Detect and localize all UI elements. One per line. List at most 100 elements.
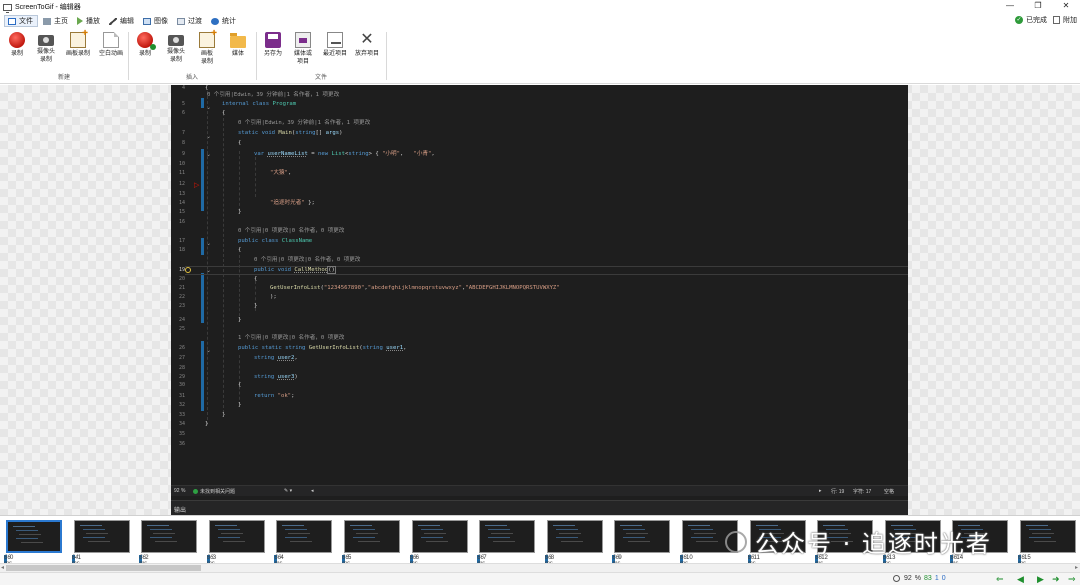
frame-delay[interactable]: 66 ms bbox=[680, 555, 688, 563]
save-icon bbox=[265, 32, 281, 48]
frame-delay[interactable]: 66 ms bbox=[4, 555, 12, 563]
line-indicator[interactable]: 行: 19 bbox=[831, 488, 844, 495]
insert-webcam-button[interactable]: 摄像头 录制 bbox=[162, 32, 190, 64]
tab-image[interactable]: 图像 bbox=[140, 15, 172, 27]
save-as-button[interactable]: 另存为 bbox=[260, 32, 286, 58]
tab-edit[interactable]: 编辑 bbox=[106, 15, 138, 27]
first-frame-icon[interactable]: ⇐ bbox=[996, 574, 1004, 585]
frame-delay[interactable]: 66 ms bbox=[612, 555, 620, 563]
line-number: 15 bbox=[178, 209, 185, 215]
codelens[interactable]: 0 个引用|Edwin，39 分钟前|1 名作者，1 项更改 bbox=[238, 120, 370, 127]
column-indicator[interactable]: 字符: 17 bbox=[853, 488, 871, 495]
line-number: 16 bbox=[178, 219, 185, 225]
code-line: } bbox=[238, 402, 242, 408]
frame-delay[interactable]: 66 ms bbox=[1018, 555, 1026, 563]
media-or-project-button[interactable]: 媒体或 项目 bbox=[289, 32, 317, 66]
attach-label[interactable]: 附加 bbox=[1063, 15, 1077, 25]
tab-transition[interactable]: 过渡 bbox=[174, 15, 206, 27]
frame-thumbnail[interactable]: 466 ms bbox=[274, 518, 334, 563]
frame-preview[interactable]: 4 5 6 7 8 9 10 11 12 13 14 15 16 17 18 19 20 21 22 23 24 25 26… bbox=[171, 85, 908, 515]
insert-media-button[interactable]: 媒体 bbox=[226, 32, 250, 58]
code-line: "追逐时光者" }; bbox=[270, 200, 315, 206]
group-divider bbox=[128, 32, 129, 80]
brush-icon[interactable]: ✎ ▾ bbox=[284, 488, 292, 494]
blank-animation-button[interactable]: 空白动画 bbox=[95, 32, 127, 58]
code-line: "大猿", bbox=[270, 170, 292, 176]
recent-icon bbox=[327, 32, 343, 48]
frame-thumbnail[interactable]: 666 ms bbox=[409, 518, 470, 563]
group-label-new: 新建 bbox=[57, 75, 70, 81]
last-frame-icon[interactable]: ⇒ bbox=[1068, 574, 1076, 585]
bottom-bar: 92 % 83 1 0 ⇐ ◀ ▶ ➜ ⇒ bbox=[0, 572, 1080, 585]
zoom-icon bbox=[893, 575, 900, 582]
stats-icon bbox=[211, 17, 219, 25]
scrollbar-thumb[interactable] bbox=[6, 565, 201, 571]
frame-delay[interactable]: 66 ms bbox=[477, 555, 485, 563]
tab-file[interactable]: 文件 bbox=[4, 15, 38, 27]
done-label[interactable]: 已完成 bbox=[1026, 15, 1047, 25]
record-button[interactable]: 录制 bbox=[6, 32, 28, 58]
frame-delay[interactable]: 66 ms bbox=[544, 555, 553, 563]
codelens[interactable]: 0 个引用|0 项更改|0 名作者，0 项更改 bbox=[254, 257, 360, 264]
frame-delay[interactable]: 66 ms bbox=[139, 555, 147, 563]
frame-delay[interactable]: 66 ms bbox=[274, 555, 282, 563]
frame-thumbnail[interactable]: 866 ms bbox=[544, 518, 605, 563]
output-tab[interactable]: 输出 bbox=[174, 505, 186, 514]
frame-thumbnail-image bbox=[276, 520, 333, 553]
frame-thumbnail[interactable]: 566 ms bbox=[342, 518, 402, 563]
next-frame-icon[interactable]: ➜ bbox=[1052, 574, 1060, 585]
group-label-file: 文件 bbox=[314, 75, 327, 81]
previous-frame-icon[interactable]: ◀ bbox=[1017, 574, 1024, 585]
codelens[interactable]: 1 个引用|0 项更改|0 名作者，0 项更改 bbox=[238, 335, 344, 342]
breakpoint-marker-icon[interactable]: ▷ bbox=[194, 182, 199, 189]
line-number: 35 bbox=[178, 431, 185, 437]
frame-thumbnail[interactable]: 366 ms bbox=[206, 518, 267, 563]
recent-projects-button[interactable]: 最近项目 bbox=[319, 32, 351, 58]
codelens[interactable]: 0 个引用|Edwin，39 分钟前|1 名作者，1 项更改 bbox=[207, 92, 339, 99]
line-number: 36 bbox=[178, 441, 185, 447]
insert-record-button[interactable]: 录制 bbox=[134, 32, 156, 58]
insert-board-button[interactable]: 画板 录制 bbox=[194, 30, 220, 66]
code-line: GetUserInfoList("1234567890","abcdefghij… bbox=[270, 285, 560, 291]
tab-home[interactable]: 主页 bbox=[40, 15, 72, 27]
codelens[interactable]: 0 个引用|0 项更改|0 名作者，0 项更改 bbox=[238, 228, 344, 235]
webcam-record-button[interactable]: 摄像头 录制 bbox=[32, 32, 60, 64]
scroll-right-arrow-icon[interactable]: ▸ bbox=[1075, 564, 1078, 571]
minimize-button[interactable]: — bbox=[996, 0, 1024, 14]
scroll-left-arrow-icon[interactable]: ◂ bbox=[1, 564, 4, 571]
home-icon bbox=[43, 17, 51, 25]
frame-thumbnail[interactable]: 766 ms bbox=[477, 518, 537, 563]
zoom-level[interactable]: 92 % bbox=[174, 488, 185, 494]
frame-delay[interactable]: 66 ms bbox=[206, 555, 215, 563]
frame-thumbnail[interactable]: 266 ms bbox=[139, 518, 199, 563]
image-icon bbox=[143, 17, 151, 25]
scroll-left-icon[interactable]: ◂ bbox=[311, 488, 314, 494]
frame-delay[interactable]: 64 ms bbox=[71, 555, 80, 563]
maximize-button[interactable]: ❐ bbox=[1024, 0, 1052, 14]
filmstrip-scrollbar[interactable]: ◂ ▸ bbox=[0, 563, 1080, 572]
frame-delay[interactable]: 66 ms bbox=[409, 555, 418, 563]
frame-thumbnail[interactable]: 966 ms bbox=[612, 518, 672, 563]
zoom-control[interactable]: 92 % 83 1 0 bbox=[893, 575, 946, 582]
indent-guide bbox=[223, 113, 224, 413]
discard-project-button[interactable]: ✕ 放弃项目 bbox=[351, 32, 383, 58]
code-line: static void Main(string[] args) bbox=[238, 130, 343, 136]
line-number: 5 bbox=[181, 101, 185, 107]
frame-thumbnail[interactable]: 164 ms bbox=[71, 518, 132, 563]
scroll-right-icon[interactable]: ▸ bbox=[819, 488, 822, 494]
frame-delay[interactable]: 66 ms bbox=[342, 555, 350, 563]
frame-thumbnail[interactable]: 066 ms bbox=[4, 518, 64, 563]
line-number: 13 bbox=[178, 191, 185, 197]
tab-play[interactable]: 播放 bbox=[74, 15, 104, 27]
tab-stats[interactable]: 统计 bbox=[208, 15, 240, 27]
line-number: 4 bbox=[181, 85, 185, 91]
play-icon[interactable]: ▶ bbox=[1037, 574, 1044, 585]
issues-indicator[interactable]: 未找到相关问题 bbox=[193, 488, 235, 495]
frame-thumbnail-image bbox=[479, 520, 536, 553]
board-record-button[interactable]: 画板录制 bbox=[62, 30, 94, 58]
frame-thumbnail[interactable]: 1566 ms bbox=[1018, 518, 1078, 563]
board-icon bbox=[199, 30, 217, 48]
code-line: public class ClassName bbox=[238, 238, 313, 244]
whitespace-mode[interactable]: 空格 bbox=[884, 488, 894, 495]
close-button[interactable]: ✕ bbox=[1052, 0, 1080, 14]
